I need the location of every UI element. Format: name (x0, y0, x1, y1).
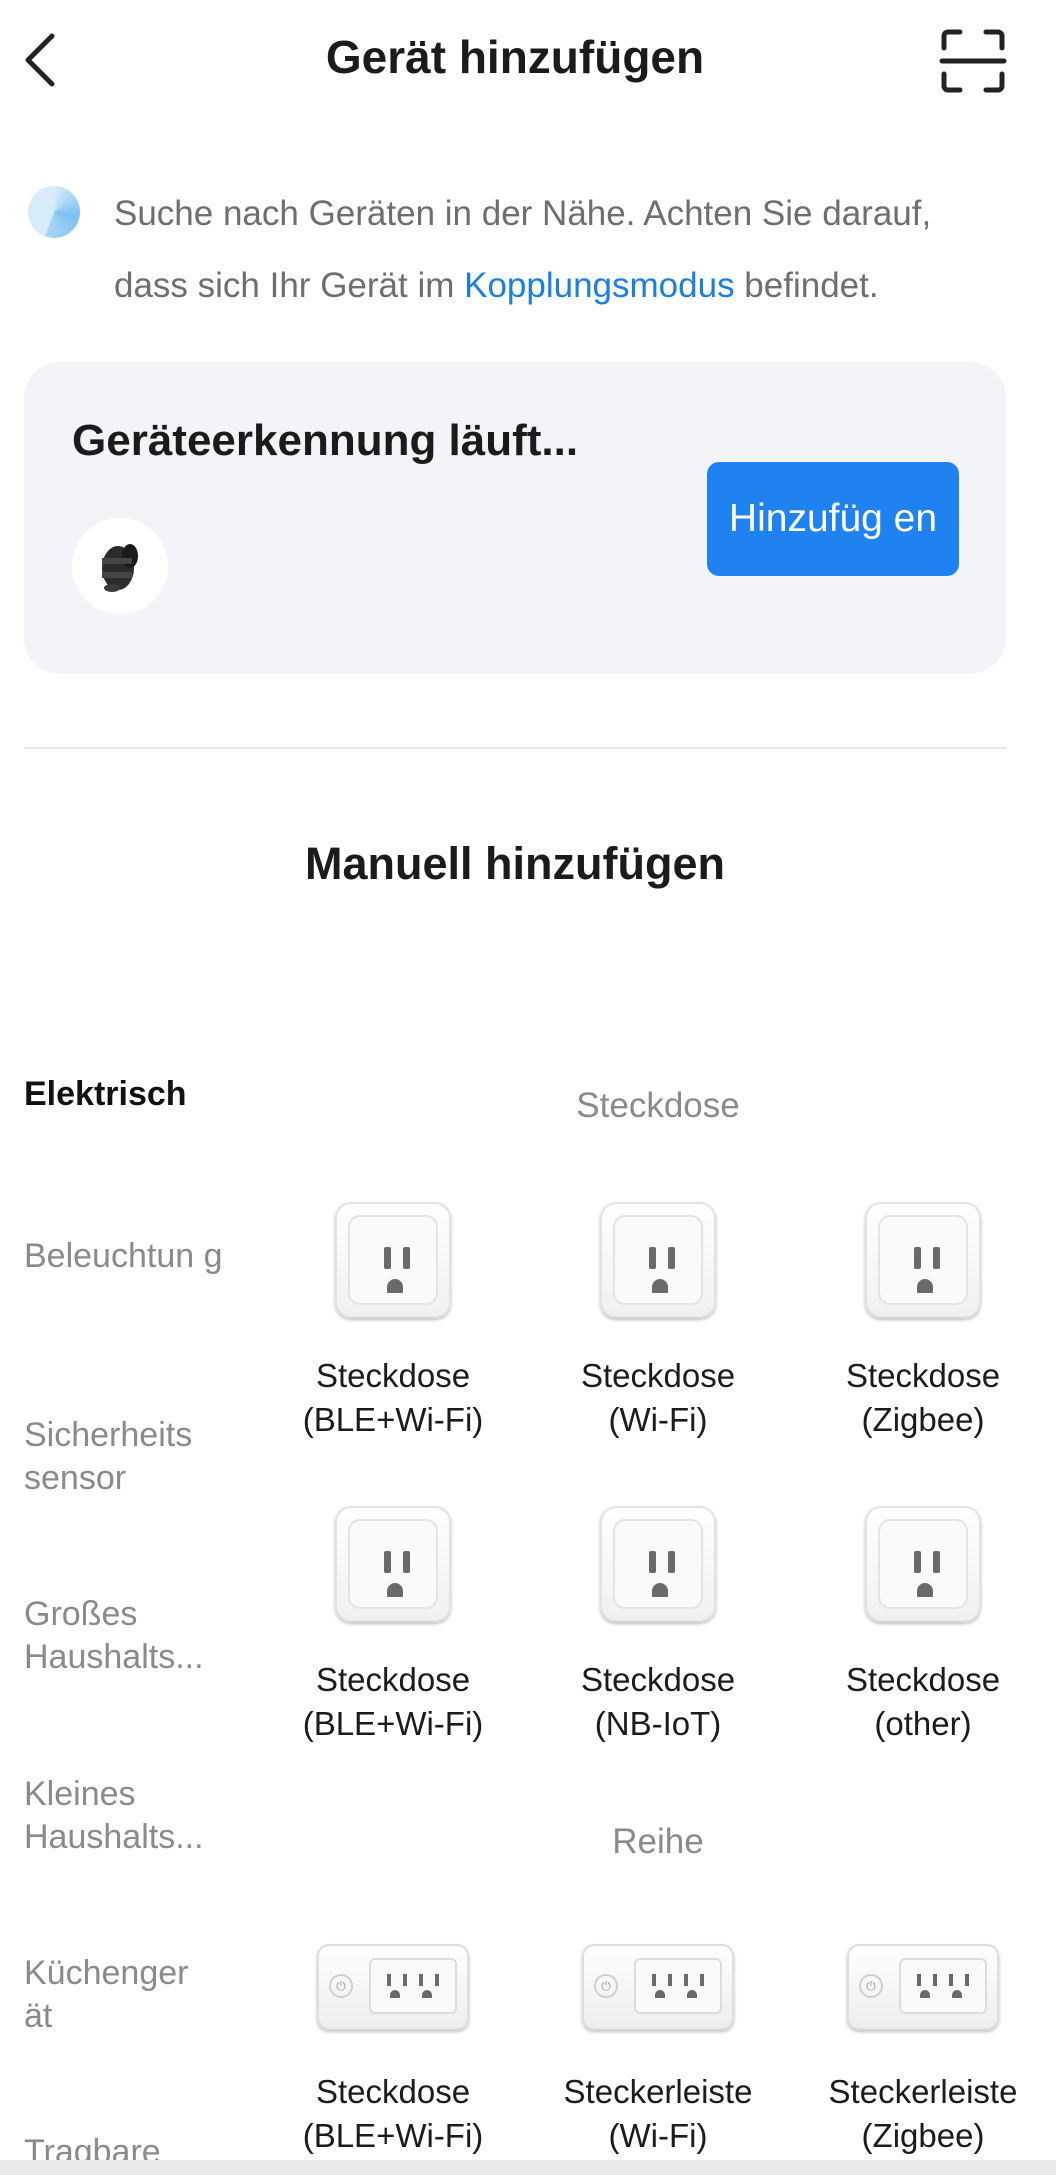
page-title: Gerät hinzufügen (325, 31, 705, 83)
searching-spinner-icon (28, 186, 80, 238)
search-info-text: Suche nach Geräten in der Nähe. Achten S… (114, 178, 974, 322)
device-tile[interactable]: Steckdose (Zigbee) (803, 1202, 1043, 1442)
outlet-icon (865, 1506, 981, 1622)
device-label: Steckdose (other) (845, 1661, 1001, 1742)
device-label: Steckdose (BLE+Wi-Fi) (302, 1661, 484, 1742)
device-tile[interactable]: Steckdose (BLE+Wi-Fi) (273, 1506, 513, 1746)
pairing-mode-link[interactable]: Kopplungsmodus (464, 266, 734, 305)
category-kitchen[interactable]: Küchenger ät (24, 1952, 224, 2038)
detected-device-avatar (72, 518, 168, 614)
device-tile[interactable]: Steckdose (other) (803, 1506, 1043, 1746)
device-label: Steckerleiste (Zigbee) (828, 2073, 1018, 2154)
device-tile[interactable]: Steckdose (NB-IoT) (538, 1506, 778, 1746)
outlet-icon (600, 1202, 716, 1318)
camera-device-icon (102, 544, 138, 592)
add-device-button[interactable]: Hinzufüg en (707, 462, 959, 576)
outlet-icon (865, 1202, 981, 1318)
device-tile[interactable]: Steckdose (BLE+Wi-Fi) (273, 1202, 513, 1442)
scan-button[interactable] (938, 26, 1008, 96)
scan-frame-icon (939, 29, 1007, 93)
device-label: Steckdose (NB-IoT) (580, 1661, 736, 1742)
category-small-appliances[interactable]: Kleines Haushalts... (24, 1773, 224, 1859)
device-tile[interactable]: ⏻ Steckdose (BLE+Wi-Fi) (273, 1944, 513, 2158)
power-strip-icon: ⏻ (582, 1944, 734, 2030)
category-electrical[interactable]: Elektrisch (24, 1073, 224, 1116)
group-label-strip: Reihe (612, 1822, 704, 1861)
power-strip-icon: ⏻ (847, 1944, 999, 2030)
device-label: Steckdose (BLE+Wi-Fi) (302, 1357, 484, 1438)
outlet-icon (335, 1202, 451, 1318)
power-strip-icon: ⏻ (317, 1944, 469, 2030)
device-tile[interactable]: Steckdose (Wi-Fi) (538, 1202, 778, 1442)
outlet-icon (600, 1506, 716, 1622)
category-security-sensor[interactable]: Sicherheits sensor (24, 1414, 224, 1500)
device-label: Steckerleiste (Wi-Fi) (563, 2073, 753, 2154)
device-label: Steckdose (BLE+Wi-Fi) (302, 2073, 484, 2154)
info-text-end: befindet. (734, 266, 879, 305)
category-large-appliances[interactable]: Großes Haushalts... (24, 1593, 224, 1679)
category-lighting[interactable]: Beleuchtun g (24, 1235, 224, 1278)
group-label-socket: Steckdose (576, 1086, 740, 1125)
bottom-edge (0, 2160, 1056, 2175)
device-label: Steckdose (Zigbee) (845, 1357, 1001, 1438)
device-tile[interactable]: ⏻ Steckerleiste (Zigbee) (803, 1944, 1043, 2158)
divider (24, 747, 1006, 749)
device-label: Steckdose (Wi-Fi) (580, 1357, 736, 1438)
detection-title: Geräteerkennung läuft... (72, 416, 579, 465)
device-tile[interactable]: ⏻ Steckerleiste (Wi-Fi) (538, 1944, 778, 2158)
manual-add-title: Manuell hinzufügen (305, 838, 725, 889)
outlet-icon (335, 1506, 451, 1622)
